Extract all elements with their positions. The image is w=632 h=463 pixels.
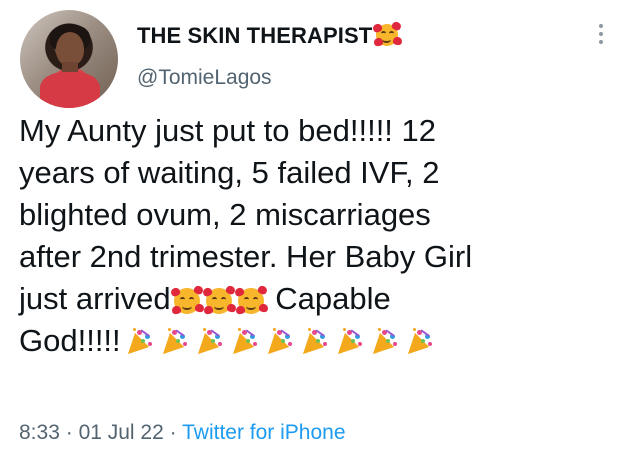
smiling-face-with-hearts-icon bbox=[233, 284, 269, 316]
smiling-face-with-hearts-icon bbox=[201, 284, 237, 316]
avatar[interactable] bbox=[20, 10, 118, 108]
tweet-line: My Aunty just put to bed!!!!! 12 bbox=[19, 113, 437, 148]
tweet-line: blighted ovum, 2 miscarriages bbox=[19, 197, 431, 232]
tweet-text-segment: Capable bbox=[275, 281, 391, 316]
tweet-text-segment: God!!!!! bbox=[19, 323, 121, 358]
party-popper-icon bbox=[190, 327, 224, 361]
tweet-date[interactable]: 01 Jul 22 bbox=[79, 421, 164, 444]
tweet-line: years of waiting, 5 failed IVF, 2 bbox=[19, 155, 440, 190]
party-popper-icon bbox=[120, 327, 154, 361]
party-popper-icon bbox=[225, 327, 259, 361]
user-handle[interactable]: @TomieLagos bbox=[137, 66, 272, 90]
tweet-time[interactable]: 8:33 bbox=[19, 421, 60, 444]
party-popper-icon bbox=[365, 327, 399, 361]
party-popper-icon bbox=[400, 327, 434, 361]
tweet-meta: 8:33 · 01 Jul 22 · Twitter for iPhone bbox=[19, 421, 346, 445]
party-popper-icon bbox=[295, 327, 329, 361]
avatar-outfit bbox=[40, 72, 100, 108]
avatar-face bbox=[56, 32, 84, 66]
party-popper-icon bbox=[330, 327, 364, 361]
tweet-text-segment: just arrived bbox=[19, 281, 171, 316]
display-name-text[interactable]: THE SKIN THERAPIST bbox=[137, 23, 372, 48]
tweet-source-link[interactable]: Twitter for iPhone bbox=[182, 421, 345, 444]
display-name[interactable]: THE SKIN THERAPIST bbox=[137, 20, 403, 49]
party-popper-icon bbox=[155, 327, 189, 361]
party-popper-icon bbox=[260, 327, 294, 361]
smiling-face-with-hearts-icon bbox=[169, 284, 205, 316]
tweet-line-with-emoji: just arrived Capable bbox=[19, 278, 619, 320]
more-options-icon[interactable] bbox=[597, 24, 605, 54]
meta-separator: · bbox=[65, 421, 73, 444]
tweet-line: after 2nd trimester. Her Baby Girl bbox=[19, 239, 473, 274]
tweet-line-with-emoji: God!!!!! bbox=[19, 320, 619, 362]
smiling-face-with-hearts-icon bbox=[372, 20, 403, 48]
meta-separator: · bbox=[169, 421, 177, 444]
party-popper-row bbox=[120, 323, 436, 361]
tweet-text: My Aunty just put to bed!!!!! 12 years o… bbox=[19, 110, 619, 362]
